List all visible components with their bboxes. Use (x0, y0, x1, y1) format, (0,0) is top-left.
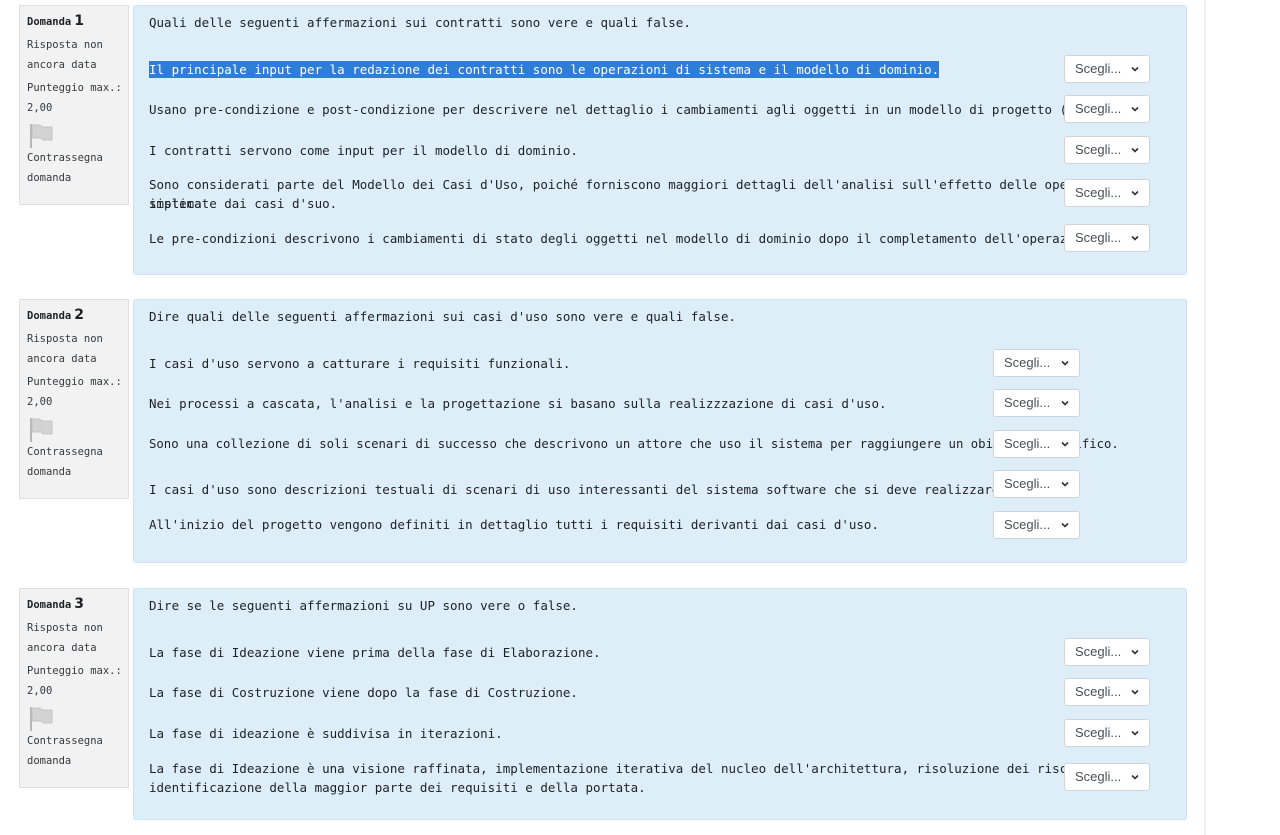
select-value: Scegli... (1075, 725, 1122, 740)
status-line-2: ancora data (27, 352, 97, 365)
question-number-value: 2 (74, 307, 85, 323)
statement-text: Usano pre-condizione e post-condizione p… (149, 102, 1143, 117)
statement-text-line-2: identificazione della maggior parte dei … (149, 780, 646, 795)
question-info: Domanda 1 Risposta non ancora data Punteg… (19, 5, 129, 205)
question-info: Domanda 2 Risposta non ancora data Punteg… (19, 299, 129, 499)
chevron-down-icon (1061, 481, 1069, 487)
question-info: Domanda 3 Risposta non ancora data Punteg… (19, 588, 129, 788)
flag-label-line-2[interactable]: domanda (27, 463, 128, 483)
flag-icon[interactable] (27, 706, 57, 732)
answer-select[interactable]: Scegli... (993, 349, 1080, 377)
chevron-down-icon (1131, 730, 1139, 736)
question-number-value: 3 (74, 596, 85, 612)
answer-select[interactable]: Scegli... (1064, 678, 1150, 706)
statement-text: All'inizio del progetto vengono definiti… (149, 517, 879, 532)
statement-text: Le pre-condizioni descrivono i cambiamen… (149, 231, 1105, 246)
status-line-1: Risposta non (27, 333, 103, 345)
flag-label-line-1[interactable]: Contrassegna (27, 732, 128, 752)
select-value: Scegli... (1004, 517, 1051, 532)
answer-select[interactable]: Scegli... (993, 511, 1080, 539)
chevron-down-icon (1131, 106, 1139, 112)
chevron-down-icon (1131, 774, 1139, 780)
chevron-down-icon (1131, 66, 1139, 72)
statement-text: Sono una collezione di soli scenari di s… (149, 437, 1119, 451)
chevron-down-icon (1061, 522, 1069, 528)
statement-text: I casi d'uso sono descrizioni testuali d… (149, 482, 1007, 497)
question-content: Dire se le seguenti affermazioni su UP s… (133, 588, 1187, 820)
statement-text: I casi d'uso servono a catturare i requi… (149, 356, 571, 371)
statement-text: La fase di Costruzione viene dopo la fas… (149, 685, 578, 700)
grade-line-2: 2,00 (27, 684, 53, 697)
flag-label-line-2[interactable]: domanda (27, 752, 128, 772)
grade-line-1: Punteggio max.: (27, 82, 122, 94)
chevron-down-icon (1131, 649, 1139, 655)
grade-line-2: 2,00 (27, 395, 53, 408)
select-value: Scegli... (1075, 142, 1122, 157)
flag-icon[interactable] (27, 123, 57, 149)
status-line-2: ancora data (27, 641, 97, 654)
select-value: Scegli... (1075, 684, 1122, 699)
question-content: Quali delle seguenti affermazioni sui co… (133, 5, 1187, 275)
answer-select[interactable]: Scegli... (1064, 55, 1150, 83)
select-value: Scegli... (1075, 644, 1122, 659)
answer-select[interactable]: Scegli... (1064, 638, 1150, 666)
select-value: Scegli... (1004, 395, 1051, 410)
grade-line-1: Punteggio max.: (27, 665, 122, 677)
answer-select[interactable]: Scegli... (1064, 136, 1150, 164)
grade-line-2: 2,00 (27, 101, 53, 114)
select-value: Scegli... (1004, 355, 1051, 370)
flag-label-line-1[interactable]: Contrassegna (27, 443, 128, 463)
statement: Il principale input per la redazione dei… (149, 60, 940, 79)
chevron-down-icon (1131, 235, 1139, 241)
statement-text: Nei processi a cascata, l'analisi e la p… (149, 396, 887, 411)
select-value: Scegli... (1075, 101, 1122, 116)
select-value: Scegli... (1004, 476, 1051, 491)
question-number: Domanda 3 (27, 595, 128, 614)
right-divider (1204, 0, 1206, 835)
flag-icon[interactable] (27, 417, 57, 443)
chevron-down-icon (1061, 400, 1069, 406)
answer-select[interactable]: Scegli... (993, 470, 1080, 498)
chevron-down-icon (1061, 360, 1069, 366)
answer-select[interactable]: Scegli... (1064, 719, 1150, 747)
select-value: Scegli... (1075, 61, 1122, 76)
status-line-2: ancora data (27, 58, 97, 71)
statement-text-line-1: La fase di Ideazione è una visione raffi… (149, 761, 1150, 776)
statement-text-line-2: implicate dai casi d'suo. (149, 196, 338, 211)
answer-select[interactable]: Scegli... (1064, 179, 1150, 207)
answer-select[interactable]: Scegli... (993, 389, 1080, 417)
answer-select[interactable]: Scegli... (1064, 95, 1150, 123)
question-content: Dire quali delle seguenti affermazioni s… (133, 299, 1187, 563)
question-word: Domanda (27, 310, 72, 322)
question-word: Domanda (27, 599, 72, 611)
statement-text: La fase di ideazione è suddivisa in iter… (149, 726, 503, 741)
statement-text-selected: Il principale input per la redazione dei… (149, 61, 940, 78)
question-number: Domanda 2 (27, 306, 128, 325)
select-value: Scegli... (1075, 185, 1122, 200)
chevron-down-icon (1061, 441, 1069, 447)
select-value: Scegli... (1075, 230, 1122, 245)
statement-text: I contratti servono come input per il mo… (149, 143, 578, 158)
statement-text: La fase di Ideazione viene prima della f… (149, 645, 601, 660)
question-number: Domanda 1 (27, 12, 128, 31)
status-line-1: Risposta non (27, 39, 103, 51)
flag-label-line-1[interactable]: Contrassegna (27, 149, 128, 169)
select-value: Scegli... (1004, 436, 1051, 451)
select-value: Scegli... (1075, 769, 1122, 784)
chevron-down-icon (1131, 689, 1139, 695)
grade-line-1: Punteggio max.: (27, 376, 122, 388)
answer-select[interactable]: Scegli... (993, 430, 1080, 458)
question-number-value: 1 (74, 13, 85, 29)
chevron-down-icon (1131, 147, 1139, 153)
question-word: Domanda (27, 16, 72, 28)
question-text: Dire se le seguenti affermazioni su UP s… (149, 598, 578, 613)
flag-label-line-2[interactable]: domanda (27, 169, 128, 189)
answer-select[interactable]: Scegli... (1064, 224, 1150, 252)
chevron-down-icon (1131, 190, 1139, 196)
answer-select[interactable]: Scegli... (1064, 763, 1150, 791)
question-text: Dire quali delle seguenti affermazioni s… (149, 309, 736, 324)
status-line-1: Risposta non (27, 622, 103, 634)
question-text: Quali delle seguenti affermazioni sui co… (149, 15, 691, 30)
quiz-page: Domanda 1 Risposta non ancora data Punteg… (0, 0, 1280, 835)
